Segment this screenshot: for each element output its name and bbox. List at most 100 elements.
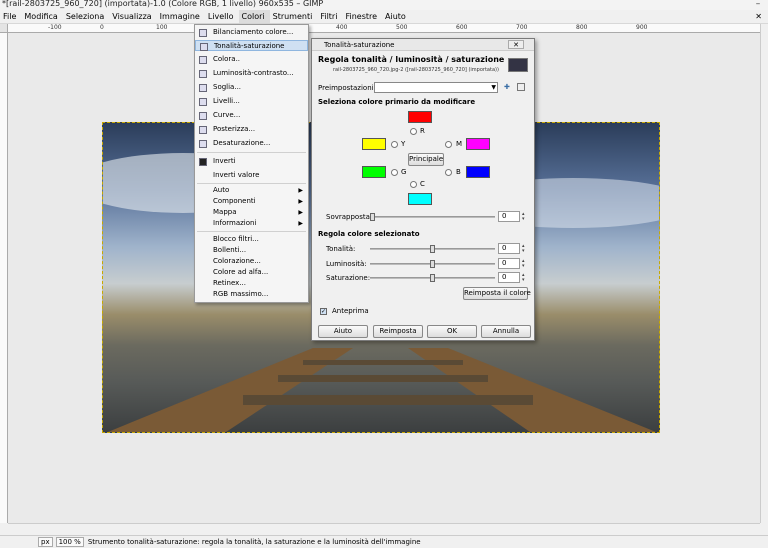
cancel-button[interactable]: Annulla [481,325,531,338]
menu-livello[interactable]: Livello [205,10,239,23]
spinner-value: 0 [502,259,507,267]
ruler-tick: 0 [100,24,104,31]
menu-item-label: Posterizza... [213,125,256,133]
menu-item-label: Retinex... [213,279,246,287]
menu-immagine[interactable]: Immagine [157,10,205,23]
radio-magenta[interactable] [445,141,452,148]
vertical-ruler[interactable] [0,33,8,523]
menu-item-invert[interactable]: Inverti [195,156,308,167]
overlap-slider[interactable] [370,213,495,221]
help-button[interactable]: Aiuto [318,325,368,338]
slider-handle[interactable] [430,245,435,253]
spin-arrows-icon[interactable]: ▴ ▾ [522,259,525,269]
ok-button[interactable]: OK [427,325,477,338]
lightness-spinner[interactable]: 0 ▴ ▾ [498,258,525,269]
hue-saturation-icon [200,43,208,51]
spin-arrows-icon[interactable]: ▴ ▾ [522,273,525,283]
menu-filtri[interactable]: Filtri [317,10,342,23]
menu-modifica[interactable]: Modifica [21,10,62,23]
menu-visualizza[interactable]: Visualizza [109,10,156,23]
master-button[interactable]: Principale [408,153,444,166]
sleeper [303,360,463,365]
radio-yellow[interactable] [391,141,398,148]
menu-item-filter-pack[interactable]: Blocco filtri... [195,234,308,245]
menu-item-max-rgb[interactable]: RGB massimo... [195,289,308,300]
menu-file[interactable]: File [0,10,21,23]
menu-colori[interactable]: Colori [238,10,270,23]
brightness-contrast-icon [199,70,207,78]
saturation-spinner[interactable]: 0 ▴ ▾ [498,272,525,283]
menu-item-hot[interactable]: Bollenti... [195,245,308,256]
slider-handle[interactable] [430,260,435,268]
preview-checkbox[interactable]: ✓ [320,308,327,315]
posterize-icon [199,126,207,134]
menu-seleziona[interactable]: Seleziona [63,10,109,23]
radio-red[interactable] [410,128,417,135]
threshold-icon [199,84,207,92]
dialog-titlebar[interactable]: Tonalità-saturazione [312,39,534,51]
minimize-button[interactable]: – [750,0,766,10]
radio-cyan[interactable] [410,181,417,188]
menu-item-label: Livelli... [213,97,240,105]
saturation-slider[interactable] [370,274,495,282]
menu-item-color-to-alpha[interactable]: Colore ad alfa... [195,267,308,278]
menu-item-map[interactable]: Mappa ▶ [195,207,308,218]
menu-item-posterize[interactable]: Posterizza... [195,124,308,135]
color-balance-icon [199,29,207,37]
horizontal-ruler[interactable]: -100 0 100 200 300 400 500 600 700 800 9… [8,24,760,33]
close-image-icon[interactable]: ✕ [755,10,762,24]
menu-item-colorization[interactable]: Colorazione... [195,256,308,267]
reset-color-button[interactable]: Reimposta il colore [463,287,531,300]
menu-item-info[interactable]: Informazioni ▶ [195,218,308,229]
unit-select[interactable]: px [38,537,53,547]
hue-spinner[interactable]: 0 ▴ ▾ [498,243,525,254]
menu-item-components[interactable]: Componenti ▶ [195,196,308,207]
menu-aiuto[interactable]: Aiuto [382,10,411,23]
vertical-scrollbar[interactable] [760,24,768,523]
menu-strumenti[interactable]: Strumenti [270,10,318,23]
overlap-spinner[interactable]: 0 ▴ ▾ [498,211,525,222]
menu-item-curves[interactable]: Curve... [195,110,308,121]
menu-item-color-balance[interactable]: Bilanciamento colore... [195,27,308,38]
menu-separator [197,152,306,153]
menu-item-colorize[interactable]: Colora.. [195,54,308,65]
hue-slider[interactable] [370,245,495,253]
radio-blue[interactable] [445,169,452,176]
slider-handle[interactable] [370,213,375,221]
add-preset-icon[interactable]: ✚ [504,83,510,91]
ruler-tick: 600 [456,24,468,31]
menu-finestre[interactable]: Finestre [342,10,382,23]
submenu-arrow-icon: ▶ [298,220,303,227]
reset-button[interactable]: Reimposta [373,325,423,338]
slider-handle[interactable] [430,274,435,282]
dialog-close-button[interactable]: ✕ [508,40,524,49]
select-color-label: Seleziona colore primario da modificare [318,98,476,106]
menu-item-label: Luminosità-contrasto... [213,69,294,77]
presets-combo[interactable]: ▼ [374,82,498,93]
ruler-tick: 400 [336,24,348,31]
swatch-cyan [408,193,432,205]
preset-menu-icon[interactable] [517,83,525,91]
preview-label: Anteprima [332,307,369,315]
spin-arrows-icon[interactable]: ▴ ▾ [522,212,525,222]
menu-item-auto[interactable]: Auto ▶ [195,185,308,196]
menu-item-desaturate[interactable]: Desaturazione... [195,138,308,149]
menu-item-brightness-contrast[interactable]: Luminosità-contrasto... [195,68,308,79]
menu-item-value-invert[interactable]: Inverti valore [195,170,308,181]
menu-item-levels[interactable]: Livelli... [195,96,308,107]
menu-item-label: Desaturazione... [213,139,271,147]
zoom-select[interactable]: 100 % [55,537,84,547]
invert-icon [199,158,207,166]
menu-item-retinex[interactable]: Retinex... [195,278,308,289]
menu-separator [197,231,306,232]
menu-item-threshold[interactable]: Soglia... [195,82,308,93]
menu-item-hue-saturation[interactable]: Tonalità-saturazione [195,40,308,51]
radio-green[interactable] [391,169,398,176]
lightness-label: Luminosità: [326,260,367,268]
horizontal-scrollbar[interactable] [8,523,760,532]
spin-arrows-icon[interactable]: ▴ ▾ [522,244,525,254]
lightness-slider[interactable] [370,260,495,268]
ruler-corner[interactable] [0,24,8,33]
submenu-arrow-icon: ▶ [298,198,303,205]
spinner-value: 0 [502,212,507,220]
